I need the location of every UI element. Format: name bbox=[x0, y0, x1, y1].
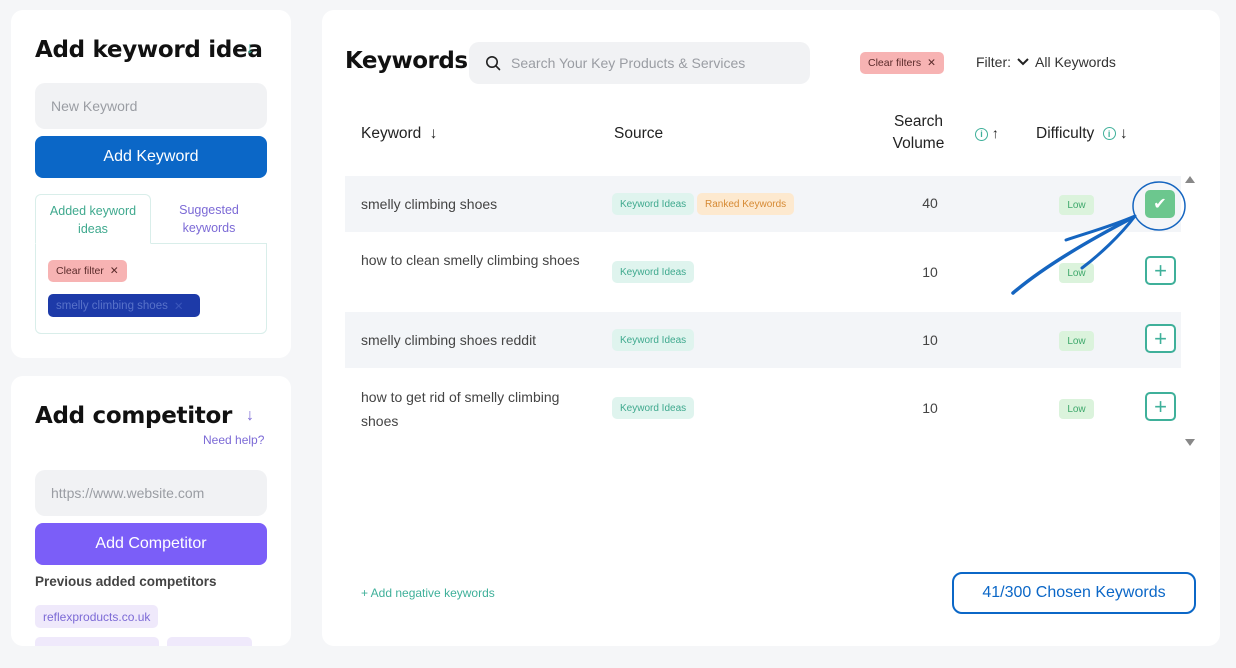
source-badge: Ranked Keywords bbox=[697, 193, 795, 215]
difficulty-badge: Low bbox=[1059, 331, 1094, 351]
collapse-arrow-icon[interactable]: ↓ bbox=[246, 40, 254, 58]
close-icon[interactable]: ✕ bbox=[174, 299, 184, 313]
chevron-down-icon bbox=[1017, 58, 1029, 66]
difficulty-badge: Low bbox=[1059, 399, 1094, 419]
source-badge: Keyword Ideas bbox=[612, 329, 695, 351]
keyword-cell: smelly climbing shoes bbox=[361, 196, 498, 212]
plus-icon: + bbox=[1154, 257, 1167, 283]
search-placeholder: Search Your Key Products & Services bbox=[511, 55, 746, 71]
table-row: how to get rid of smelly climbing shoes … bbox=[345, 368, 1181, 448]
source-badge: Keyword Ideas bbox=[612, 193, 695, 215]
keyword-filter-label: smelly climbing shoes bbox=[56, 299, 168, 312]
volume-cell: 10 bbox=[922, 264, 938, 280]
filter-label: Filter: bbox=[976, 54, 1011, 70]
collapse-arrow-icon[interactable]: ↓ bbox=[246, 407, 254, 425]
search-input[interactable]: Search Your Key Products & Services bbox=[469, 42, 810, 84]
add-keyword-card: Add keyword idea ↓ New Keyword Add Keywo… bbox=[11, 10, 291, 358]
clear-filter-label: Clear filter bbox=[56, 265, 104, 277]
add-competitor-card: Add competitor ↓ Need help? https://www.… bbox=[11, 376, 291, 646]
table-scrollbar[interactable] bbox=[1181, 176, 1199, 448]
difficulty-badge: Low bbox=[1059, 263, 1094, 283]
column-keyword[interactable]: Keyword ↓ bbox=[361, 125, 437, 143]
column-keyword-label: Keyword bbox=[361, 125, 422, 142]
sort-down-icon[interactable]: ↓ bbox=[430, 125, 438, 142]
column-search-volume-label: Volume bbox=[892, 135, 945, 152]
add-keyword-title: Add keyword idea bbox=[35, 37, 263, 63]
column-search-volume-label: Search bbox=[893, 113, 944, 130]
search-volume-controls[interactable]: i ↑ bbox=[975, 125, 999, 141]
clear-filters-label: Clear filters bbox=[868, 57, 922, 69]
close-icon[interactable]: ✕ bbox=[110, 265, 119, 277]
table-row: smelly climbing shoes Keyword Ideas Rank… bbox=[345, 176, 1181, 232]
table-row: smelly climbing shoes reddit Keyword Ide… bbox=[345, 312, 1181, 368]
clear-filters-chip[interactable]: Clear filters ✕ bbox=[860, 52, 944, 74]
chosen-keywords-counter[interactable]: 41/300 Chosen Keywords bbox=[952, 572, 1196, 614]
selected-checkmark-button[interactable]: ✔ bbox=[1145, 190, 1175, 218]
table-row: how to clean smelly climbing shoes Keywo… bbox=[345, 232, 1181, 312]
keyword-cell: how to clean smelly climbing shoes bbox=[361, 252, 580, 268]
competitor-chip[interactable]: reflexproducts.co.uk bbox=[35, 605, 159, 628]
plus-icon: + bbox=[1154, 325, 1167, 351]
new-keyword-input[interactable]: New Keyword bbox=[35, 83, 267, 129]
add-keyword-plus-button[interactable]: + bbox=[1145, 256, 1176, 285]
volume-cell: 10 bbox=[922, 400, 938, 416]
difficulty-badge: Low bbox=[1059, 195, 1094, 215]
column-search-volume[interactable]: Search Volume bbox=[882, 111, 955, 155]
add-competitor-title: Add competitor bbox=[35, 403, 233, 429]
keyword-filter-chip[interactable]: smelly climbing shoes ✕ bbox=[48, 294, 200, 317]
filter-value: All Keywords bbox=[1035, 54, 1116, 70]
clear-filter-chip[interactable]: Clear filter ✕ bbox=[48, 260, 127, 282]
need-help-link[interactable]: Need help? bbox=[203, 433, 264, 447]
close-icon[interactable]: ✕ bbox=[927, 57, 936, 69]
scroll-down-icon[interactable] bbox=[1185, 439, 1195, 446]
sort-down-icon[interactable]: ↓ bbox=[1120, 125, 1128, 142]
check-icon: ✔ bbox=[1153, 196, 1167, 213]
info-icon[interactable]: i bbox=[975, 127, 988, 141]
competitor-chip[interactable] bbox=[167, 637, 252, 646]
keywords-card: Keywords Search Your Key Products & Serv… bbox=[322, 10, 1220, 646]
previous-competitors-label: Previous added competitors bbox=[35, 574, 217, 589]
tab-content-panel: Clear filter ✕ smelly climbing shoes ✕ bbox=[35, 243, 267, 334]
page-title: Keywords bbox=[345, 48, 468, 74]
search-icon bbox=[486, 56, 501, 71]
column-source: Source bbox=[614, 125, 664, 142]
volume-cell: 10 bbox=[922, 332, 938, 348]
tab-added-keyword-ideas[interactable]: Added keyword ideas bbox=[35, 194, 151, 244]
add-negative-keywords-link[interactable]: + Add negative keywords bbox=[361, 586, 495, 600]
plus-icon: + bbox=[1154, 393, 1167, 419]
competitor-url-input[interactable]: https://www.website.com bbox=[35, 470, 267, 516]
competitor-chip[interactable] bbox=[35, 637, 159, 646]
scroll-up-icon[interactable] bbox=[1185, 176, 1195, 183]
source-badge: Keyword Ideas bbox=[612, 261, 695, 283]
filter-dropdown[interactable]: Filter: All Keywords bbox=[976, 54, 1116, 70]
sort-up-icon[interactable]: ↑ bbox=[992, 125, 999, 141]
keyword-cell: how to get rid of smelly climbing shoes bbox=[361, 389, 560, 429]
add-competitor-button[interactable]: Add Competitor bbox=[35, 523, 267, 565]
add-keyword-plus-button[interactable]: + bbox=[1145, 324, 1176, 353]
keyword-cell: smelly climbing shoes reddit bbox=[361, 332, 537, 348]
add-keyword-plus-button[interactable]: + bbox=[1145, 392, 1176, 421]
volume-cell: 40 bbox=[922, 195, 938, 211]
tab-suggested-keywords[interactable]: Suggested keywords bbox=[153, 201, 265, 237]
add-keyword-button[interactable]: Add Keyword bbox=[35, 136, 267, 178]
column-difficulty-label: Difficulty bbox=[1036, 125, 1095, 142]
info-icon[interactable]: i bbox=[1102, 127, 1116, 141]
source-badge: Keyword Ideas bbox=[612, 397, 695, 419]
column-difficulty[interactable]: Difficulty i ↓ bbox=[1036, 125, 1128, 143]
